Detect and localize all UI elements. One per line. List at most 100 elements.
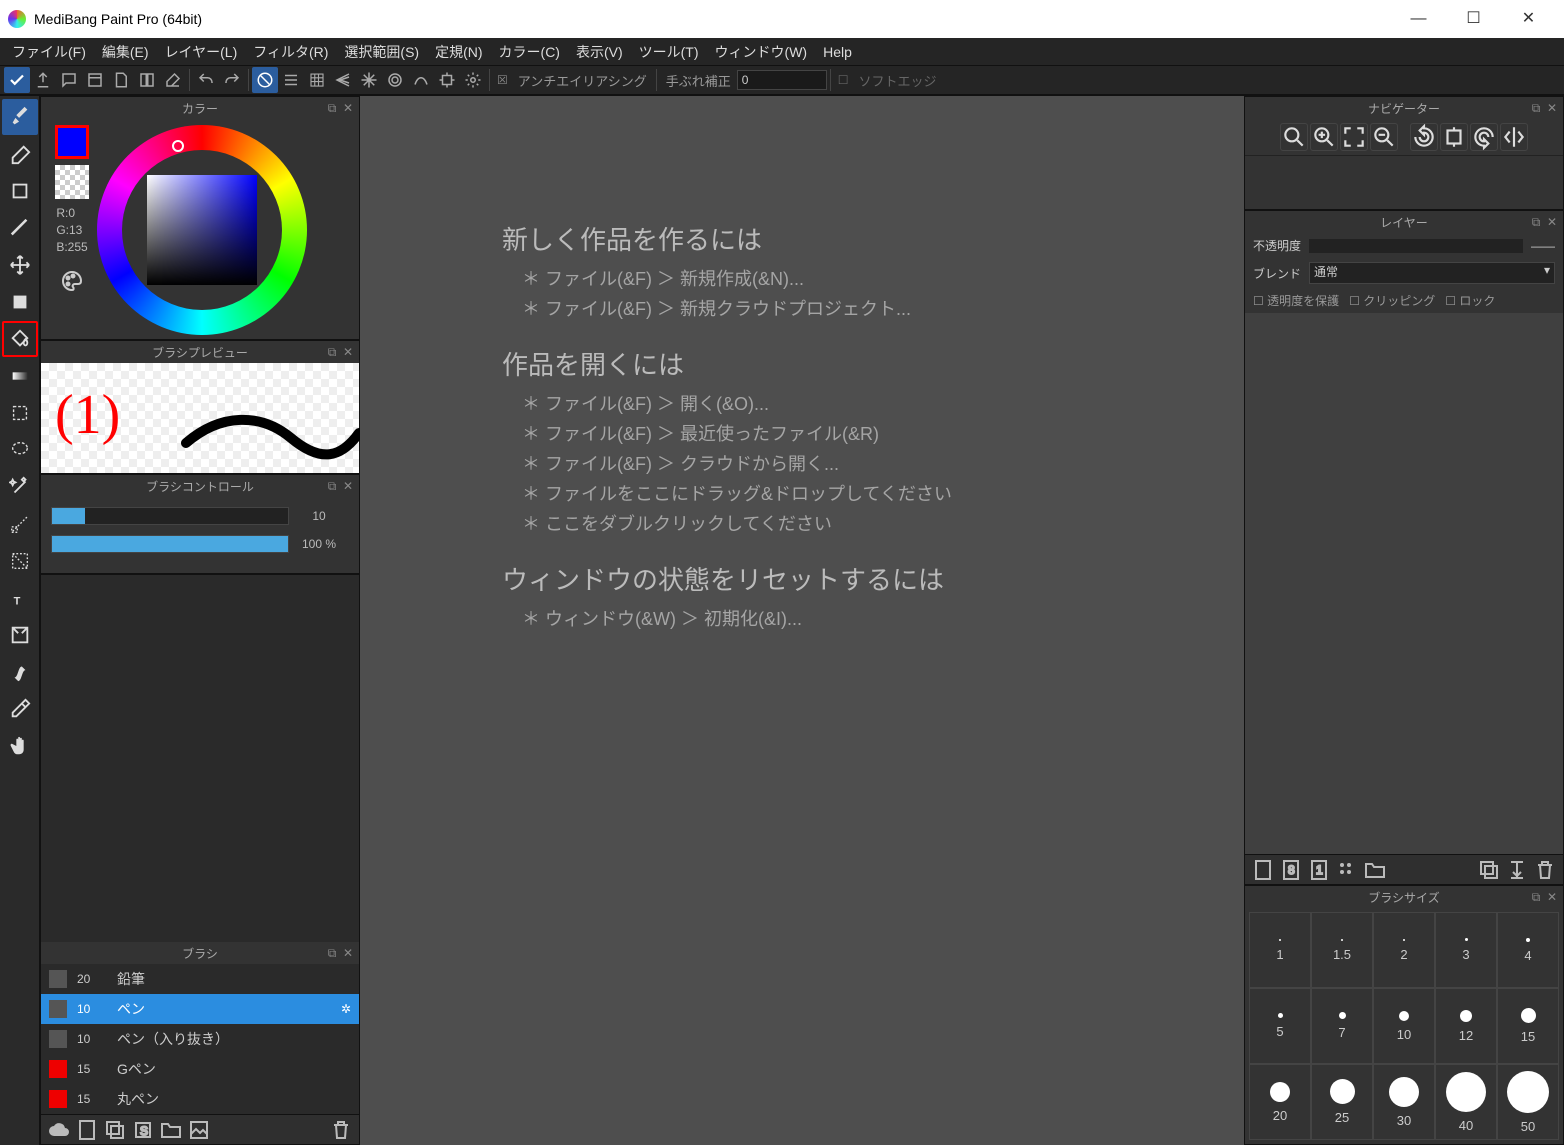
select-pen-tool[interactable] — [2, 506, 38, 542]
layer-new8bit-icon[interactable]: 8 — [1279, 858, 1303, 882]
rotate-left-icon[interactable] — [1410, 123, 1438, 151]
antialias-checkbox[interactable]: ☒ — [497, 73, 508, 87]
menu-edit[interactable]: 編集(E) — [94, 38, 157, 66]
menu-view[interactable]: 表示(V) — [568, 38, 631, 66]
brush-duplicate-icon[interactable] — [103, 1118, 127, 1142]
toolbar-document-icon[interactable] — [108, 67, 134, 93]
vanish-left-icon[interactable] — [330, 67, 356, 93]
panel-popout-icon[interactable]: ⧉ — [325, 101, 339, 115]
snap-target-icon[interactable] — [434, 67, 460, 93]
menu-help[interactable]: Help — [815, 40, 860, 64]
opacity-slider[interactable] — [1309, 239, 1523, 253]
operation-tool[interactable] — [2, 617, 38, 653]
brush-size-cell[interactable]: 40 — [1435, 1064, 1497, 1140]
divide-tool[interactable] — [2, 654, 38, 690]
brush-size-cell[interactable]: 50 — [1497, 1064, 1559, 1140]
gear-icon[interactable]: ✲ — [341, 1002, 351, 1016]
brush-size-cell[interactable]: 10 — [1373, 988, 1435, 1064]
brush-size-slider[interactable] — [51, 507, 289, 525]
fit-screen-icon[interactable] — [1340, 123, 1368, 151]
palette-icon[interactable] — [60, 269, 84, 293]
panel-close-icon[interactable]: ✕ — [1545, 215, 1559, 229]
brush-size-cell[interactable]: 12 — [1435, 988, 1497, 1064]
panel-popout-icon[interactable]: ⧉ — [1529, 215, 1543, 229]
panel-popout-icon[interactable]: ⧉ — [325, 345, 339, 359]
text-tool[interactable]: T — [2, 580, 38, 616]
clipping-checkbox[interactable]: ☐ クリッピング — [1349, 292, 1435, 309]
undo-button[interactable] — [193, 67, 219, 93]
no-snap-button[interactable] — [252, 67, 278, 93]
parallel-snap-icon[interactable] — [278, 67, 304, 93]
layer-duplicate-icon[interactable] — [1477, 858, 1501, 882]
shape-tool[interactable] — [2, 173, 38, 209]
fill-tool[interactable] — [2, 284, 38, 320]
menu-tool[interactable]: ツール(T) — [631, 38, 707, 66]
layer-new-icon[interactable] — [1251, 858, 1275, 882]
brush-item[interactable]: 10 ペン ✲ — [41, 994, 359, 1024]
brush-item[interactable]: 10 ペン（入り抜き） — [41, 1024, 359, 1054]
brush-size-cell[interactable]: 30 — [1373, 1064, 1435, 1140]
panel-popout-icon[interactable]: ⧉ — [325, 946, 339, 960]
panel-popout-icon[interactable]: ⧉ — [1529, 101, 1543, 115]
lasso-tool[interactable] — [2, 432, 38, 468]
layer-halftone-icon[interactable] — [1335, 858, 1359, 882]
brush-image-icon[interactable] — [187, 1118, 211, 1142]
menu-file[interactable]: ファイル(F) — [4, 38, 94, 66]
foreground-swatch[interactable] — [55, 125, 89, 159]
circle-snap-icon[interactable] — [382, 67, 408, 93]
hand-tool[interactable] — [2, 728, 38, 764]
toolbar-comment-icon[interactable] — [56, 67, 82, 93]
brush-size-cell[interactable]: 5 — [1249, 988, 1311, 1064]
brush-item[interactable]: 15 丸ペン — [41, 1084, 359, 1114]
maximize-button[interactable]: ☐ — [1446, 0, 1501, 38]
minimize-button[interactable]: — — [1391, 0, 1446, 38]
panel-popout-icon[interactable]: ⧉ — [1529, 890, 1543, 904]
menu-filter[interactable]: フィルタ(R) — [245, 38, 336, 66]
layer-merge-icon[interactable] — [1505, 858, 1529, 882]
color-wheel[interactable] — [97, 125, 307, 335]
softedge-checkbox[interactable]: ☐ — [838, 73, 849, 87]
zoom-tool-icon[interactable] — [1280, 123, 1308, 151]
menu-ruler[interactable]: 定規(N) — [427, 38, 490, 66]
brush-item[interactable]: 20 鉛筆 — [41, 964, 359, 994]
panel-popout-icon[interactable]: ⧉ — [325, 479, 339, 493]
panel-close-icon[interactable]: ✕ — [1545, 101, 1559, 115]
stabilizer-input[interactable] — [737, 70, 827, 90]
menu-color[interactable]: カラー(C) — [491, 38, 568, 66]
bucket-tool[interactable] — [2, 321, 38, 357]
brush-size-cell[interactable]: 15 — [1497, 988, 1559, 1064]
lock-checkbox[interactable]: ☐ ロック — [1445, 292, 1495, 309]
layer-folder-icon[interactable] — [1363, 858, 1387, 882]
move-tool[interactable] — [2, 247, 38, 283]
toolbar-window-icon[interactable] — [82, 67, 108, 93]
eraser-tool[interactable] — [2, 136, 38, 172]
redo-button[interactable] — [219, 67, 245, 93]
brush-tool[interactable] — [2, 99, 38, 135]
brush-size-cell[interactable]: 3 — [1435, 912, 1497, 988]
rotate-reset-icon[interactable] — [1440, 123, 1468, 151]
rotate-right-icon[interactable] — [1470, 123, 1498, 151]
eyedropper-tool[interactable] — [2, 691, 38, 727]
menu-select[interactable]: 選択範囲(S) — [336, 38, 427, 66]
radial-snap-icon[interactable] — [356, 67, 382, 93]
brush-size-cell[interactable]: 20 — [1249, 1064, 1311, 1140]
flip-icon[interactable] — [1500, 123, 1528, 151]
panel-close-icon[interactable]: ✕ — [341, 946, 355, 960]
brush-script-icon[interactable]: S — [131, 1118, 155, 1142]
menu-layer[interactable]: レイヤー(L) — [157, 38, 246, 66]
brush-size-cell[interactable]: 2 — [1373, 912, 1435, 988]
magic-wand-tool[interactable] — [2, 469, 38, 505]
brush-size-cell[interactable]: 1 — [1249, 912, 1311, 988]
snap-settings-icon[interactable] — [460, 67, 486, 93]
dot-tool[interactable] — [2, 210, 38, 246]
curve-snap-icon[interactable] — [408, 67, 434, 93]
brush-folder-icon[interactable] — [159, 1118, 183, 1142]
zoom-out-icon[interactable] — [1370, 123, 1398, 151]
background-swatch[interactable] — [55, 165, 89, 199]
brush-new-icon[interactable] — [75, 1118, 99, 1142]
brush-cloud-icon[interactable] — [47, 1118, 71, 1142]
brush-size-cell[interactable]: 4 — [1497, 912, 1559, 988]
select-eraser-tool[interactable] — [2, 543, 38, 579]
toolbar-panel-icon[interactable] — [134, 67, 160, 93]
canvas-area[interactable]: 新しく作品を作るには ＊ ファイル(&F) ＞ 新規作成(&N)...＊ ファイ… — [360, 96, 1244, 1145]
